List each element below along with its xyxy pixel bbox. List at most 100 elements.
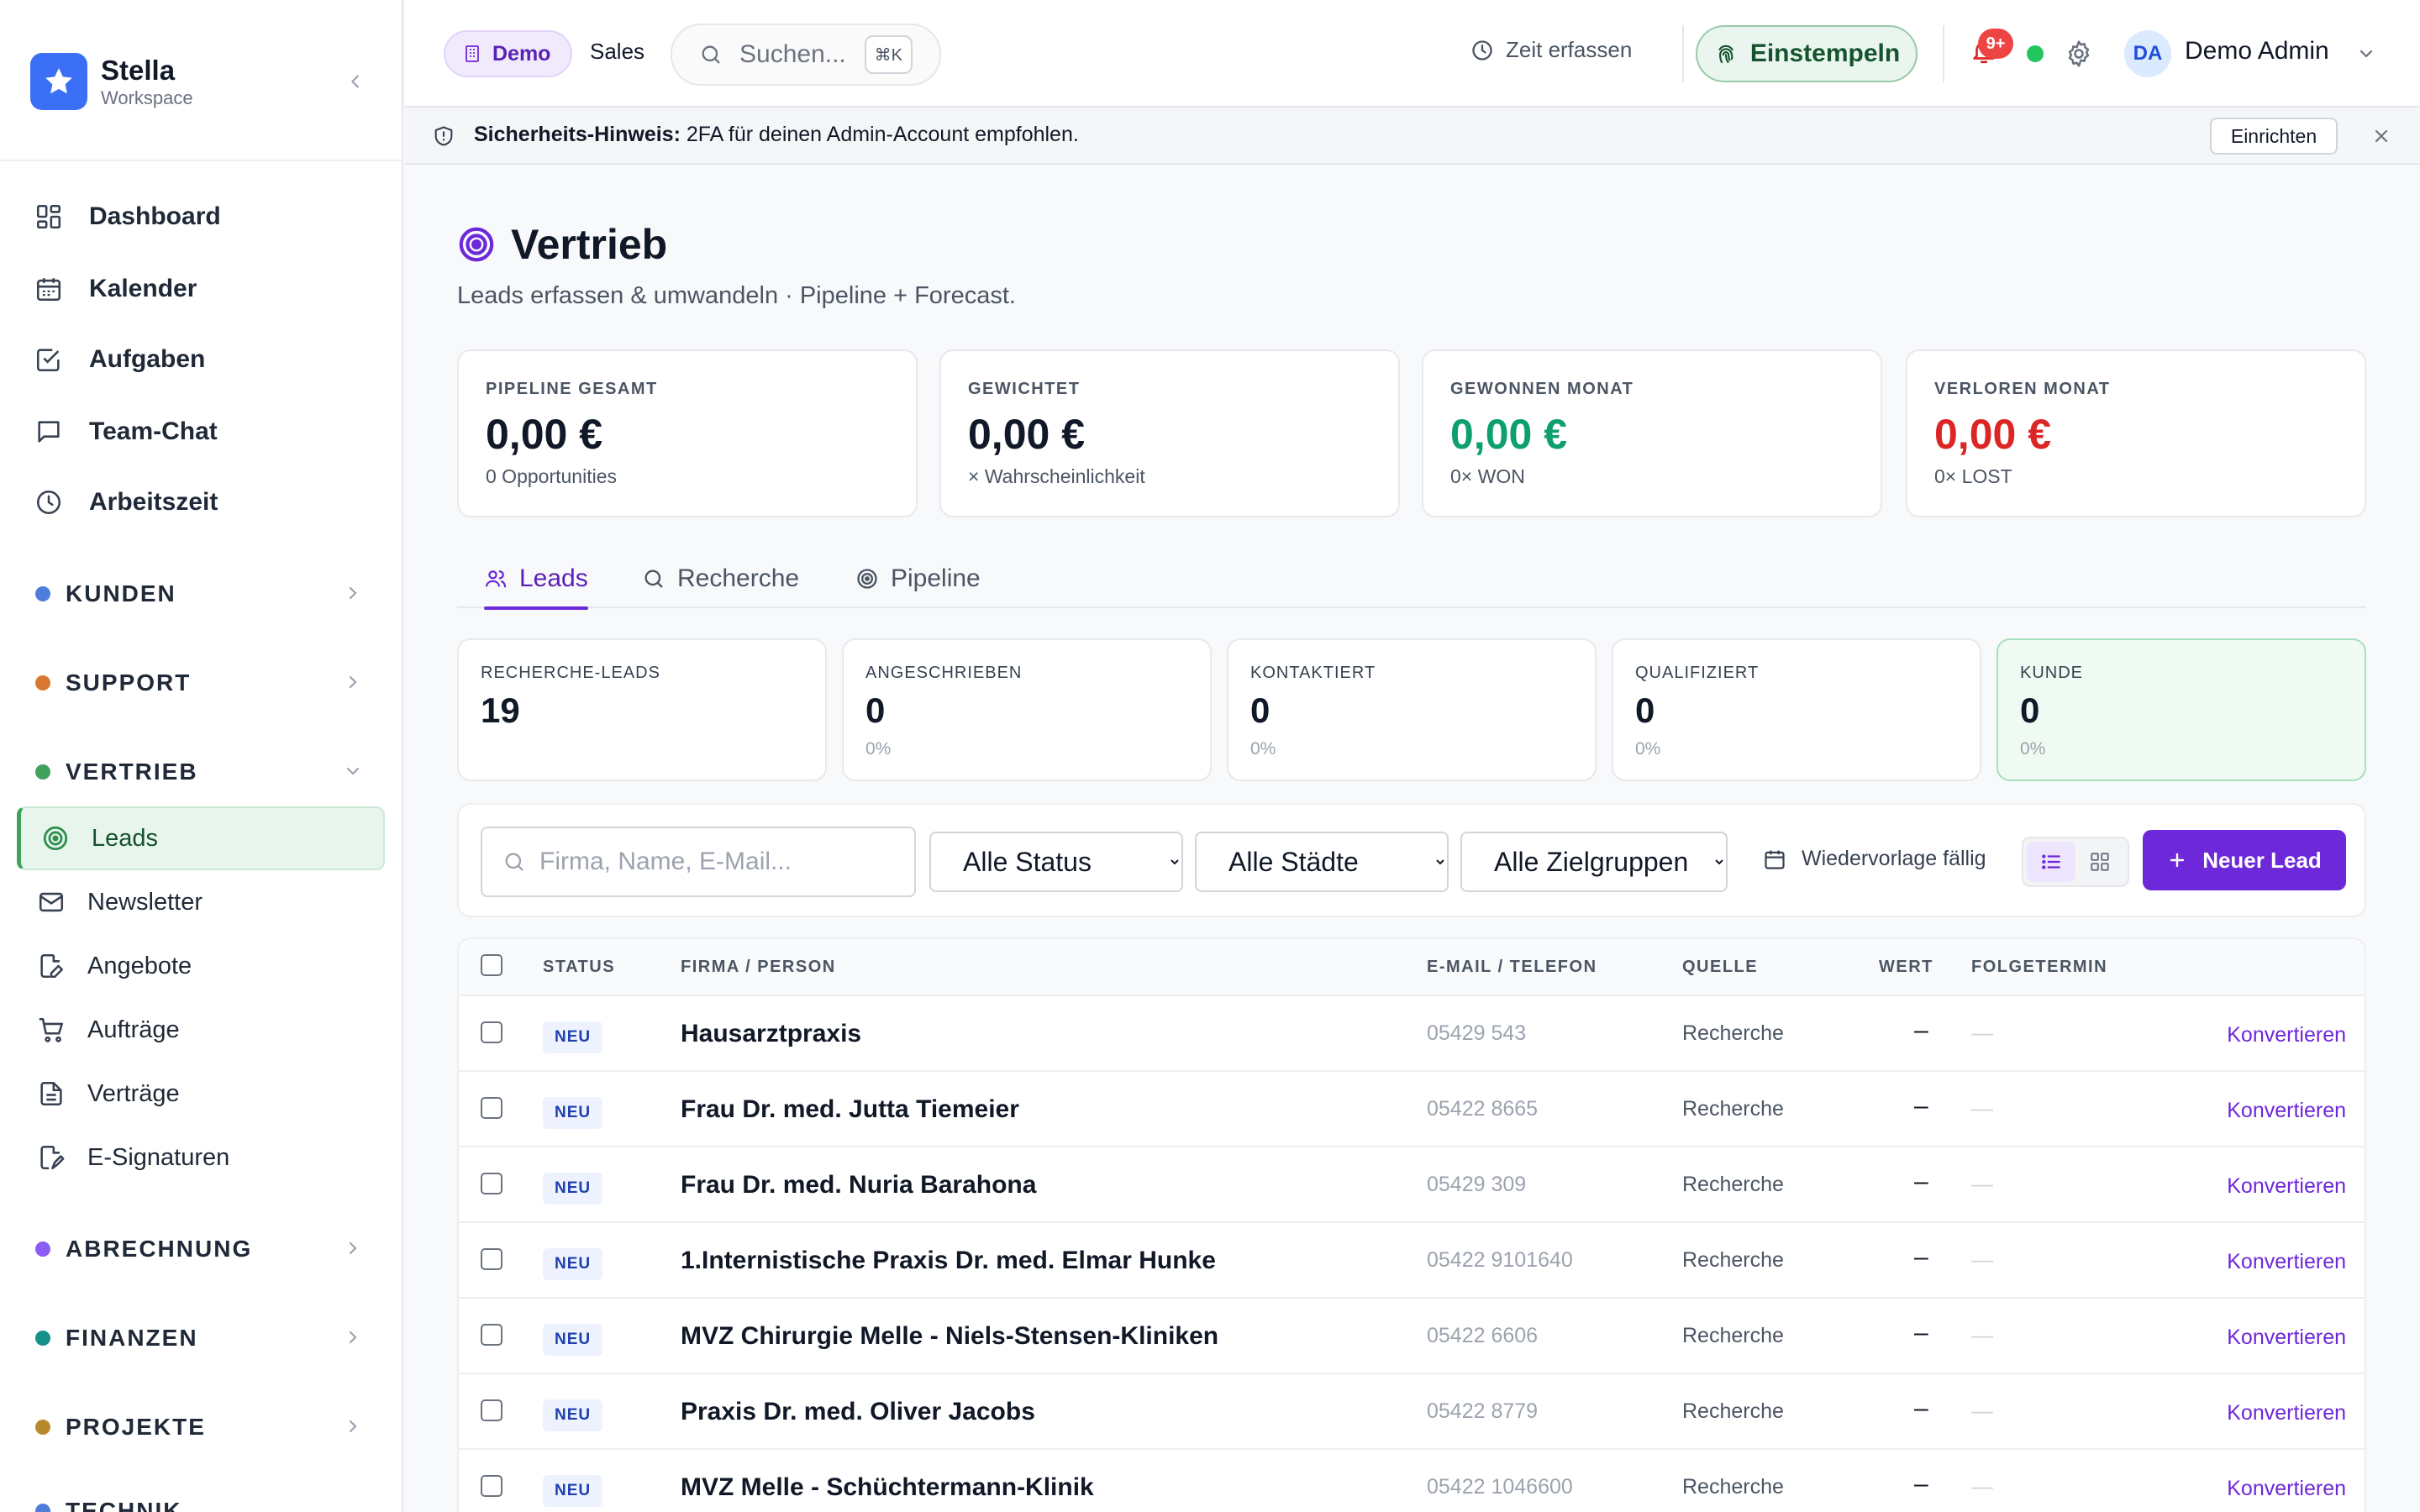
grid-view-button[interactable] — [2075, 842, 2124, 882]
sidebar-item-e-signaturen[interactable]: E-Signaturen — [17, 1126, 385, 1189]
stat-card-recherche-leads[interactable]: RECHERCHE-LEADS 19 — [457, 638, 827, 781]
row-checkbox[interactable] — [481, 1097, 502, 1119]
column-header-contact[interactable]: E-MAIL / TELEFON — [1427, 958, 1597, 977]
global-search[interactable]: Suchen... ⌘K — [671, 24, 941, 86]
convert-link[interactable]: Konvertieren — [2227, 1401, 2346, 1425]
table-row[interactable]: NEU Praxis Dr. med. Oliver Jacobs 05422 … — [459, 1373, 2365, 1448]
sidebar-item-newsletter[interactable]: Newsletter — [17, 870, 385, 934]
user-name[interactable]: Demo Admin — [2185, 37, 2329, 66]
stat-card-qualifiziert[interactable]: QUALIFIZIERT 0 0% — [1612, 638, 1981, 781]
column-header-value[interactable]: WERT — [1879, 958, 1933, 977]
followup-date: — — [1971, 1398, 1993, 1423]
followup-due-filter[interactable]: Wiedervorlage fällig — [1763, 847, 1986, 871]
phone-number: 05422 8779 — [1427, 1399, 1539, 1423]
setup-2fa-button[interactable]: Einrichten — [2210, 118, 2338, 155]
sidebar-section-projekte[interactable]: PROJEKTE — [35, 1406, 371, 1448]
status-filter-select[interactable]: Alle Status — [929, 832, 1183, 892]
sidebar-item-arbeitszeit[interactable]: Arbeitszeit — [34, 477, 370, 528]
sidebar-item-team-chat[interactable]: Team-Chat — [34, 407, 370, 457]
convert-link[interactable]: Konvertieren — [2227, 1174, 2346, 1199]
column-header-status[interactable]: STATUS — [543, 958, 615, 977]
section-dot — [35, 764, 50, 780]
stat-card-kontaktiert[interactable]: KONTAKTIERT 0 0% — [1227, 638, 1597, 781]
table-row[interactable]: NEU MVZ Melle - Schüchtermann-Klinik 054… — [459, 1448, 2365, 1512]
table-row[interactable]: NEU Frau Dr. med. Jutta Tiemeier 05422 8… — [459, 1070, 2365, 1146]
row-checkbox[interactable] — [481, 1021, 502, 1043]
list-view-button[interactable] — [2027, 842, 2075, 882]
sidebar-section-vertrieb[interactable]: VERTRIEB — [35, 751, 371, 793]
sidebar-item-vertraege[interactable]: Verträge — [17, 1062, 385, 1126]
sidebar-section-abrechnung[interactable]: ABRECHNUNG — [35, 1228, 371, 1270]
city-filter-select[interactable]: Alle Städte — [1195, 832, 1449, 892]
convert-link[interactable]: Konvertieren — [2227, 1099, 2346, 1123]
firm-name[interactable]: Hausarztpraxis — [681, 1020, 861, 1048]
sidebar-item-angebote[interactable]: Angebote — [17, 934, 385, 998]
avatar[interactable]: DA — [2124, 30, 2171, 77]
stat-card-angeschrieben[interactable]: ANGESCHRIEBEN 0 0% — [842, 638, 1212, 781]
sidebar-item-dashboard[interactable]: Dashboard — [34, 192, 370, 242]
demo-badge[interactable]: Demo — [444, 30, 573, 77]
sidebar-section-kunden[interactable]: KUNDEN — [35, 573, 371, 615]
time-tracking-link[interactable]: Zeit erfassen — [1470, 37, 1632, 63]
audience-filter-select[interactable]: Alle Zielgruppen — [1460, 832, 1728, 892]
kpi-label: PIPELINE GESAMT — [486, 380, 658, 398]
sidebar-section-technik[interactable]: TECHNIK — [35, 1490, 371, 1512]
lead-search-input[interactable] — [539, 848, 909, 876]
tab-leads[interactable]: Leads — [484, 549, 588, 610]
sidebar-item-kalender[interactable]: Kalender — [34, 264, 370, 314]
section-label: TECHNIK — [66, 1498, 182, 1512]
kpi-card-won: GEWONNEN MONAT 0,00 € 0× WON — [1422, 349, 1882, 517]
convert-link[interactable]: Konvertieren — [2227, 1250, 2346, 1274]
table-row[interactable]: NEU Frau Dr. med. Nuria Barahona 05429 3… — [459, 1146, 2365, 1221]
sidebar-item-leads[interactable]: Leads — [17, 806, 385, 870]
kpi-label: GEWICHTET — [968, 380, 1081, 398]
firm-name[interactable]: MVZ Melle - Schüchtermann-Klinik — [681, 1473, 1094, 1502]
table-row[interactable]: NEU MVZ Chirurgie Melle - Niels-Stensen-… — [459, 1297, 2365, 1373]
brand-subtitle: Workspace — [101, 87, 193, 108]
followup-date: — — [1971, 1095, 1993, 1121]
sidebar-section-finanzen[interactable]: FINANZEN — [35, 1317, 371, 1359]
lead-source: Recherche — [1682, 1097, 1784, 1121]
page-header: Vertrieb — [457, 220, 667, 269]
tab-recherche[interactable]: Recherche — [642, 549, 799, 608]
close-icon[interactable] — [2371, 126, 2391, 146]
lead-source: Recherche — [1682, 1021, 1784, 1045]
kpi-subtext: 0× LOST — [1934, 465, 2012, 487]
convert-link[interactable]: Konvertieren — [2227, 1326, 2346, 1350]
convert-link[interactable]: Konvertieren — [2227, 1023, 2346, 1047]
row-checkbox[interactable] — [481, 1173, 502, 1194]
column-header-followup[interactable]: FOLGETERMIN — [1971, 958, 2107, 977]
sidebar-section-support[interactable]: SUPPORT — [35, 662, 371, 704]
clock-in-button[interactable]: Einstempeln — [1696, 25, 1918, 82]
column-header-firm[interactable]: FIRMA / PERSON — [681, 958, 836, 977]
convert-link[interactable]: Konvertieren — [2227, 1477, 2346, 1501]
phone-number: 05429 309 — [1427, 1173, 1527, 1196]
firm-name[interactable]: Frau Dr. med. Jutta Tiemeier — [681, 1095, 1019, 1124]
calendar-icon — [34, 274, 64, 304]
row-checkbox[interactable] — [481, 1475, 502, 1497]
column-header-source[interactable]: QUELLE — [1682, 958, 1758, 977]
tab-pipeline[interactable]: Pipeline — [855, 549, 981, 608]
header-divider — [1943, 25, 1944, 82]
sidebar-item-auftraege[interactable]: Aufträge — [17, 998, 385, 1062]
row-checkbox[interactable] — [481, 1399, 502, 1421]
lead-search-field[interactable] — [481, 827, 916, 897]
gear-icon[interactable] — [2064, 39, 2094, 69]
stat-card-kunde[interactable]: KUNDE 0 0% — [1996, 638, 2366, 781]
collapse-sidebar-button[interactable] — [343, 69, 368, 94]
new-lead-button[interactable]: Neuer Lead — [2143, 830, 2346, 890]
row-checkbox[interactable] — [481, 1248, 502, 1270]
select-all-checkbox[interactable] — [481, 954, 502, 976]
table-row[interactable]: NEU Hausarztpraxis 05429 543 Recherche –… — [459, 995, 2365, 1070]
sales-link[interactable]: Sales — [590, 39, 644, 65]
search-shortcut: ⌘K — [864, 35, 913, 74]
firm-name[interactable]: Praxis Dr. med. Oliver Jacobs — [681, 1398, 1035, 1426]
table-row[interactable]: NEU 1.Internistische Praxis Dr. med. Elm… — [459, 1221, 2365, 1297]
firm-name[interactable]: MVZ Chirurgie Melle - Niels-Stensen-Klin… — [681, 1322, 1218, 1351]
firm-name[interactable]: 1.Internistische Praxis Dr. med. Elmar H… — [681, 1247, 1216, 1275]
firm-name[interactable]: Frau Dr. med. Nuria Barahona — [681, 1171, 1036, 1200]
lead-value: – — [1914, 1092, 1928, 1120]
sidebar-item-aufgaben[interactable]: Aufgaben — [34, 334, 370, 385]
row-checkbox[interactable] — [481, 1324, 502, 1346]
brand[interactable]: Stella Workspace — [30, 50, 383, 113]
